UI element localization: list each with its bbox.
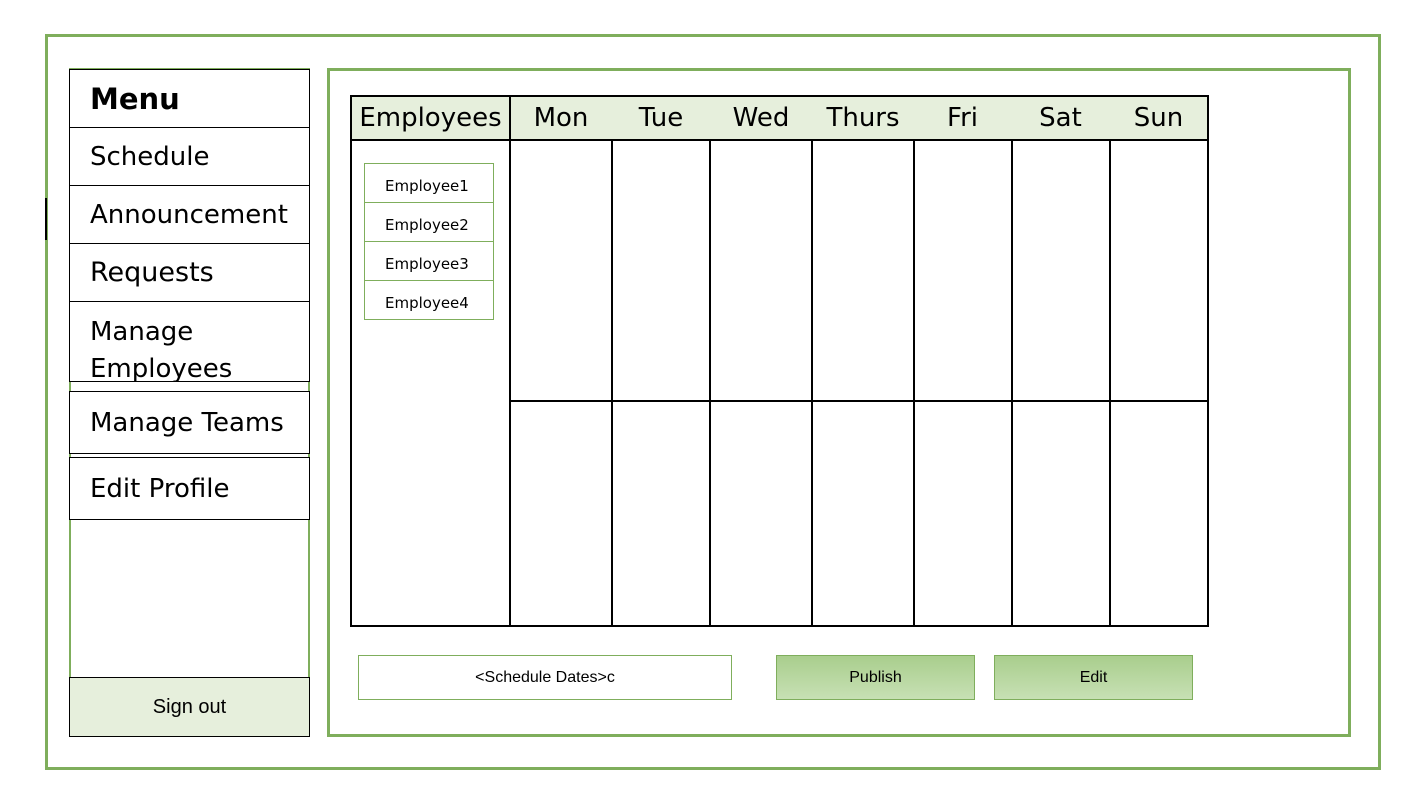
sidebar-item-manage-employees[interactable]: Manage Employees <box>69 301 310 382</box>
schedule-cell[interactable] <box>613 141 709 400</box>
schedule-cell[interactable] <box>511 141 611 400</box>
schedule-cell[interactable] <box>1111 141 1207 400</box>
schedule-cell[interactable] <box>1013 141 1109 400</box>
edit-button[interactable]: Edit <box>994 655 1193 700</box>
column-header-wed: Wed <box>732 103 790 133</box>
employee-item[interactable]: Employee3 <box>364 241 494 281</box>
employee-list: Employee1 Employee2 Employee3 Employee4 <box>364 163 494 320</box>
sidebar-item-schedule[interactable]: Schedule <box>69 127 310 186</box>
column-header-sun: Sun <box>1133 103 1184 133</box>
column-header-thurs: Thurs <box>826 103 900 133</box>
column-header-mon: Mon <box>533 103 589 133</box>
schedule-cell[interactable] <box>613 402 709 625</box>
publish-button[interactable]: Publish <box>776 655 975 700</box>
sidebar-item-manage-teams[interactable]: Manage Teams <box>69 391 310 454</box>
sidebar-item-announcement[interactable]: Announcement <box>69 185 310 244</box>
employee-item[interactable]: Employee2 <box>364 202 494 242</box>
schedule-dates-field[interactable]: <Schedule Dates>c <box>358 655 732 700</box>
column-header-sat: Sat <box>1039 103 1082 133</box>
menu-title: Menu <box>69 69 310 128</box>
schedule-cell[interactable] <box>813 141 913 400</box>
schedule-cell[interactable] <box>813 402 913 625</box>
column-header-fri: Fri <box>947 103 978 133</box>
employee-item[interactable]: Employee4 <box>364 280 494 320</box>
sign-out-button[interactable]: Sign out <box>69 677 310 737</box>
column-header-employees: Employees <box>359 103 502 133</box>
schedule-cell[interactable] <box>1013 402 1109 625</box>
sidebar-item-edit-profile[interactable]: Edit Profile <box>69 457 310 520</box>
frame-marker <box>45 198 47 240</box>
schedule-cell[interactable] <box>915 402 1011 625</box>
column-header-tue: Tue <box>638 103 684 133</box>
schedule-cell[interactable] <box>915 141 1011 400</box>
sidebar-item-requests[interactable]: Requests <box>69 243 310 302</box>
grid-header: Employees Mon Tue Wed Thurs Fri Sat Sun <box>352 97 1207 141</box>
schedule-cell[interactable] <box>1111 402 1207 625</box>
schedule-cell[interactable] <box>711 141 811 400</box>
employee-item[interactable]: Employee1 <box>364 163 494 203</box>
schedule-cell[interactable] <box>711 402 811 625</box>
schedule-cell[interactable] <box>511 402 611 625</box>
